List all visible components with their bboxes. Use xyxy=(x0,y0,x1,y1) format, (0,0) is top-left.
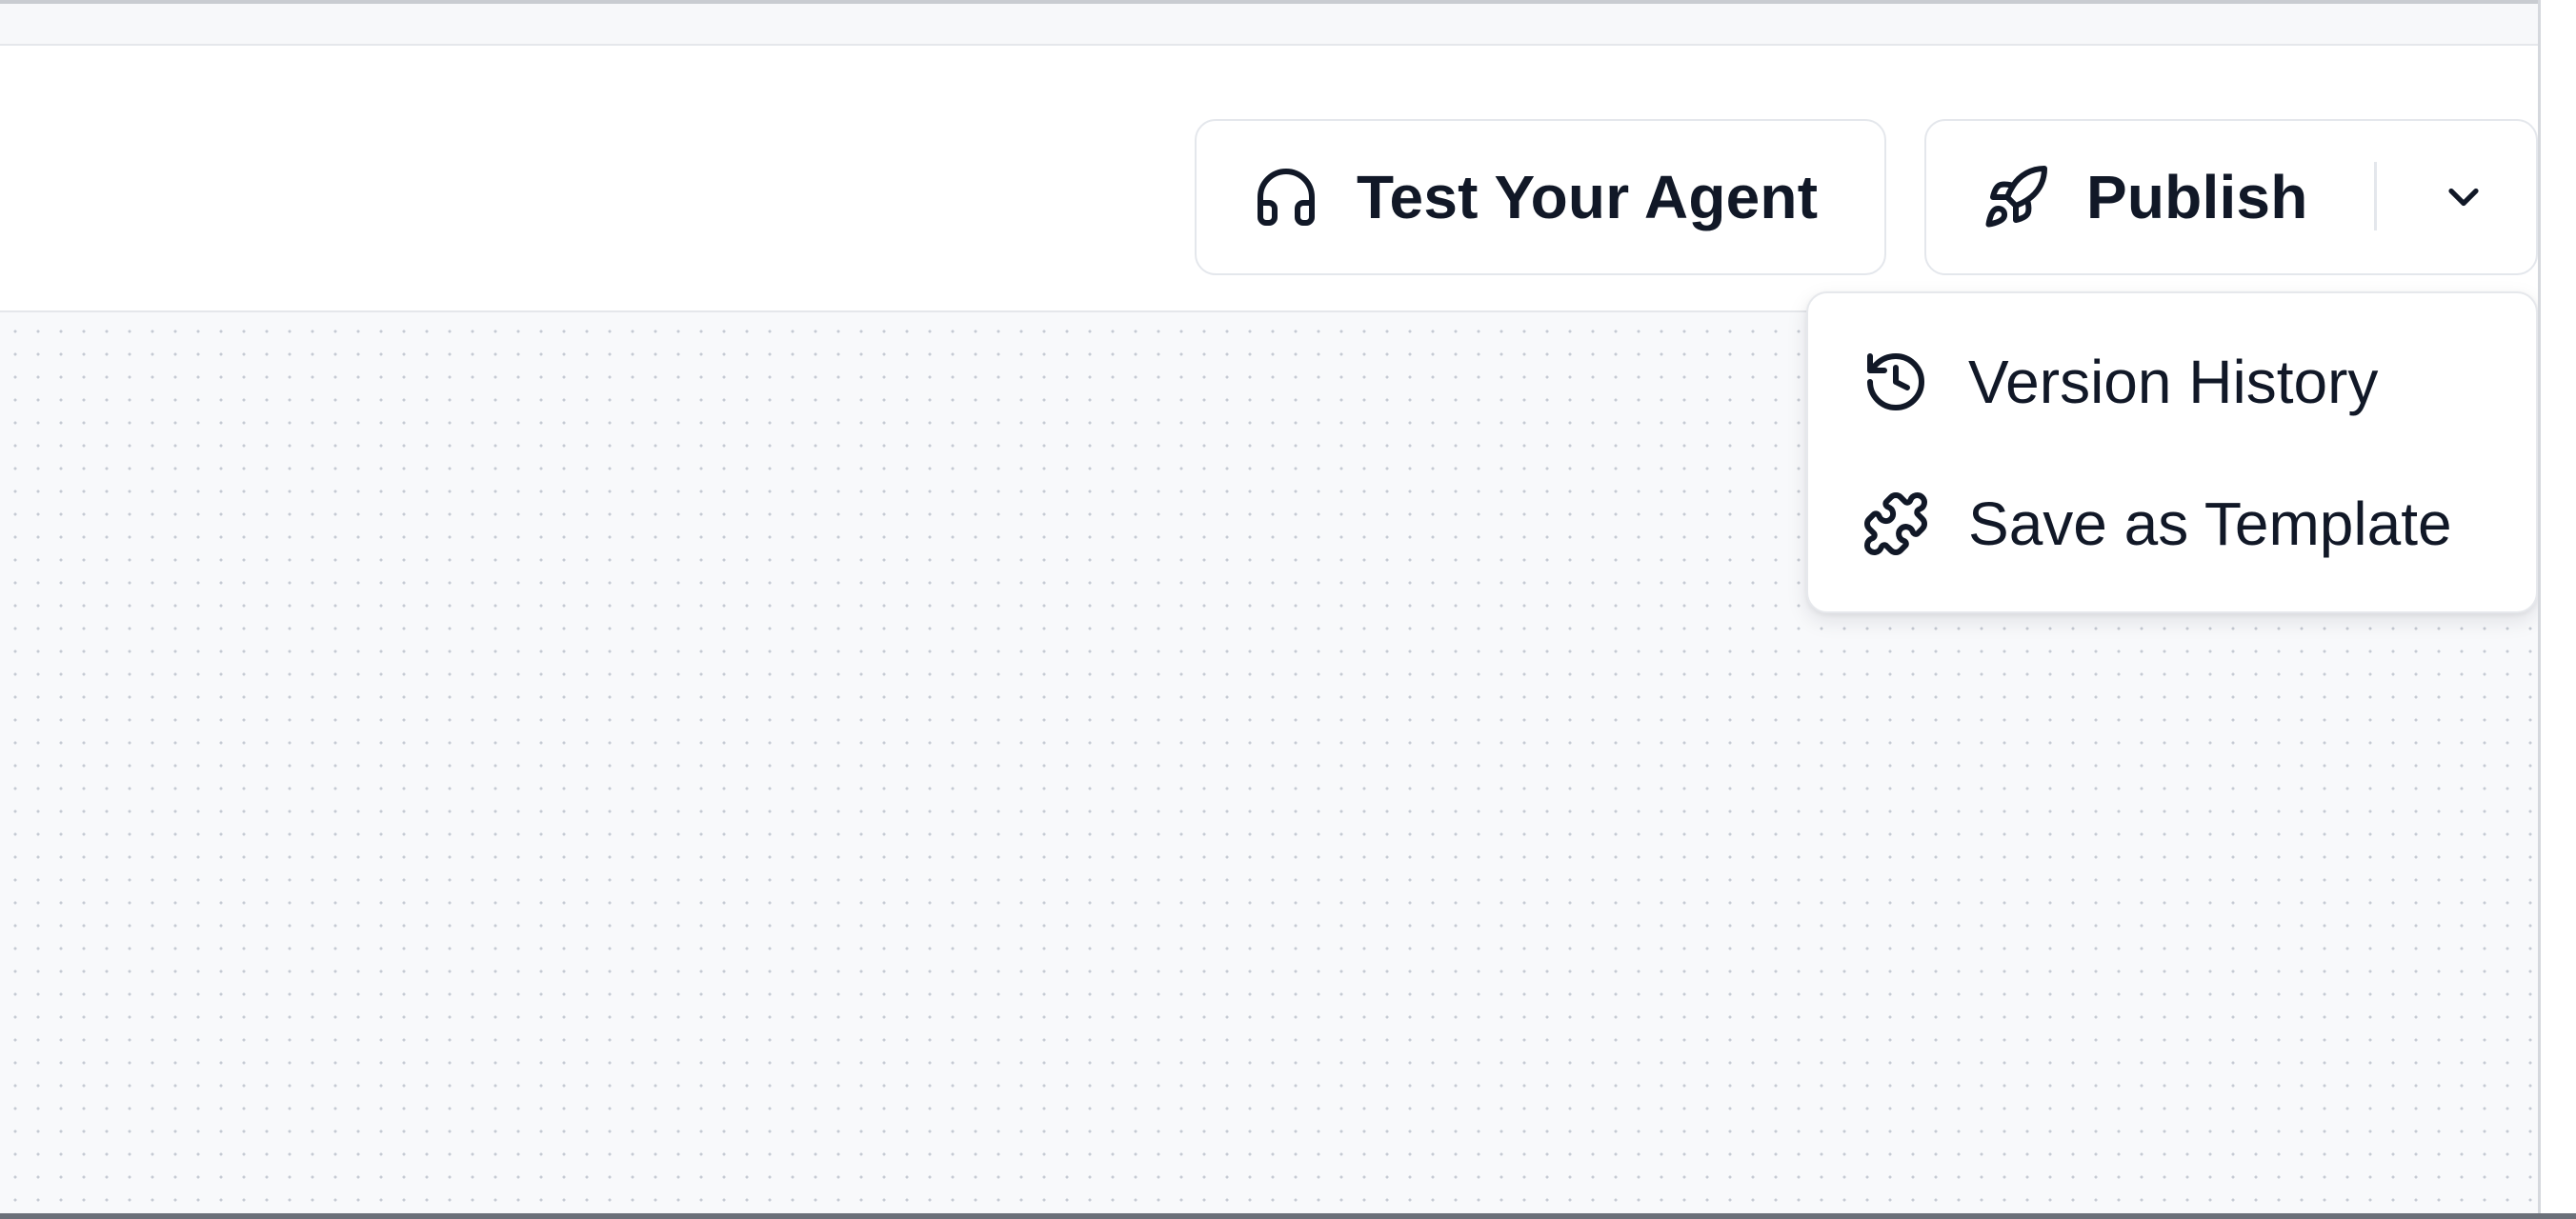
publish-label: Publish xyxy=(2086,163,2308,231)
publish-dropdown-menu: Version History Save as Template xyxy=(1806,291,2538,613)
history-icon xyxy=(1862,348,1930,416)
publish-split-divider xyxy=(2374,162,2377,230)
test-your-agent-label: Test Your Agent xyxy=(1357,163,1819,231)
test-your-agent-button[interactable]: Test Your Agent xyxy=(1195,119,1886,275)
window-bottom-edge xyxy=(0,1213,2576,1219)
save-as-template-label: Save as Template xyxy=(1968,490,2452,558)
version-history-label: Version History xyxy=(1968,348,2379,416)
top-chrome-bar xyxy=(0,0,2576,46)
menu-item-version-history[interactable]: Version History xyxy=(1862,347,2378,417)
menu-item-save-as-template[interactable]: Save as Template xyxy=(1862,489,2452,559)
app-window: Test Your Agent Publish Version History … xyxy=(0,0,2576,1219)
headset-icon xyxy=(1252,163,1320,231)
window-right-edge xyxy=(2538,0,2576,1219)
chevron-down-icon xyxy=(2439,172,2488,222)
publish-menu-toggle[interactable] xyxy=(2427,164,2500,230)
puzzle-icon xyxy=(1862,490,1930,558)
rocket-icon xyxy=(1982,163,2050,231)
